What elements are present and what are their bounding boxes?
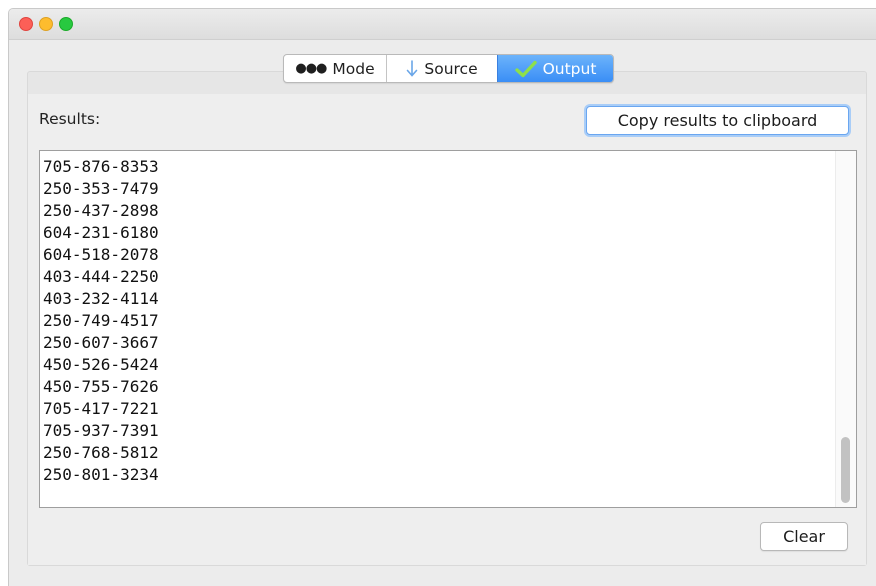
tab-output-label: Output <box>542 59 597 78</box>
results-lines: 705-876-8353 250-353-7479 250-437-2898 604-… <box>43 156 159 486</box>
checkmark-icon <box>514 60 537 78</box>
result-line: 450-526-5424 <box>43 355 159 374</box>
result-line: 250-749-4517 <box>43 311 159 330</box>
copy-results-button[interactable]: Copy results to clipboard <box>586 106 849 135</box>
tab-mode[interactable]: ●●● Mode <box>284 55 386 82</box>
result-line: 705-417-7221 <box>43 399 159 418</box>
dots-icon: ●●● <box>295 61 327 76</box>
result-line: 250-801-3234 <box>43 465 159 484</box>
result-line: 705-876-8353 <box>43 157 159 176</box>
tab-bar: ●●● Mode Source Output <box>283 54 614 83</box>
minimize-window-button[interactable] <box>39 17 53 31</box>
clear-button[interactable]: Clear <box>760 522 848 551</box>
result-line: 450-755-7626 <box>43 377 159 396</box>
results-text-area[interactable]: 705-876-8353 250-353-7479 250-437-2898 604-… <box>39 150 857 508</box>
tab-source[interactable]: Source <box>386 55 497 82</box>
result-line: 705-937-7391 <box>43 421 159 440</box>
result-line: 250-353-7479 <box>43 179 159 198</box>
result-line: 604-518-2078 <box>43 245 159 264</box>
down-arrow-icon <box>406 59 418 78</box>
result-line: 604-231-6180 <box>43 223 159 242</box>
results-label: Results: <box>39 110 101 128</box>
result-line: 250-607-3667 <box>43 333 159 352</box>
vertical-scrollbar[interactable] <box>835 151 856 507</box>
title-bar <box>9 9 876 40</box>
app-window: ●●● Mode Source Output Results: Copy res… <box>8 8 876 586</box>
close-window-button[interactable] <box>19 17 33 31</box>
result-line: 403-444-2250 <box>43 267 159 286</box>
zoom-window-button[interactable] <box>59 17 73 31</box>
tab-output[interactable]: Output <box>497 55 613 82</box>
tab-source-label: Source <box>424 59 478 78</box>
result-line: 403-232-4114 <box>43 289 159 308</box>
result-line: 250-768-5812 <box>43 443 159 462</box>
tab-mode-label: Mode <box>332 59 375 78</box>
scrollbar-thumb[interactable] <box>841 437 850 503</box>
result-line: 250-437-2898 <box>43 201 159 220</box>
